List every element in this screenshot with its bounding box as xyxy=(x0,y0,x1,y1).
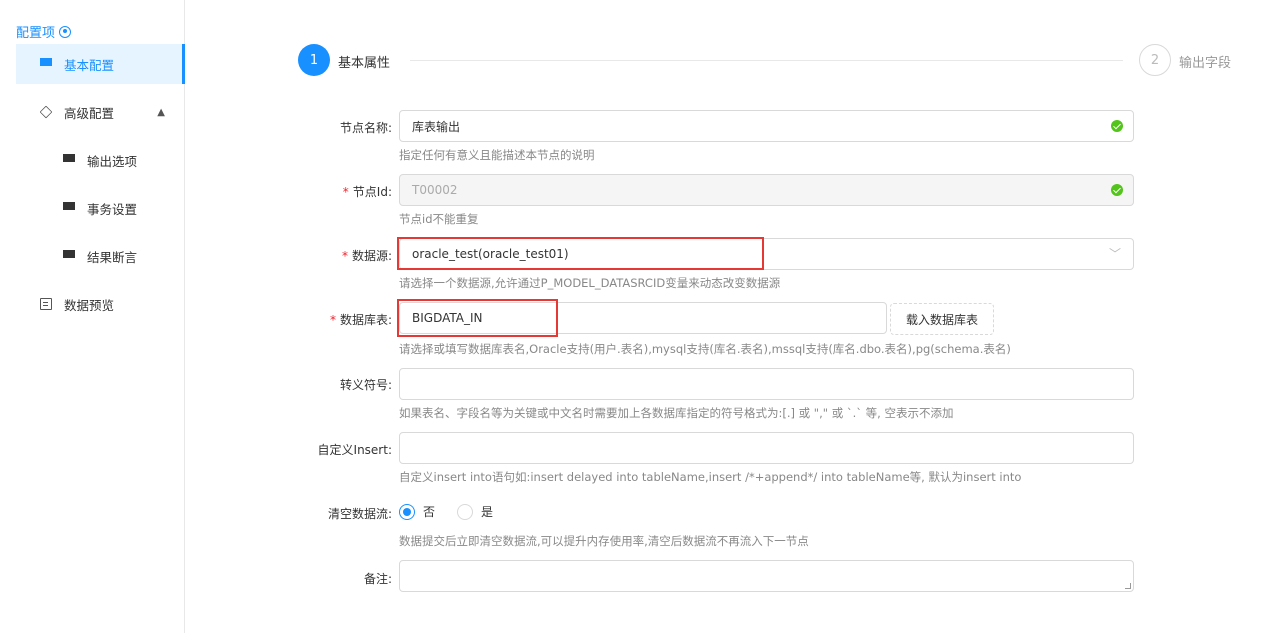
sidebar-item-label: 基本配置 xyxy=(64,57,115,73)
grid-icon xyxy=(40,58,52,70)
resize-handle[interactable] xyxy=(1125,583,1131,589)
node-id-help: 节点id不能重复 xyxy=(399,212,479,226)
radio-option-no[interactable]: 否 xyxy=(399,503,435,520)
clear-stream-label: 清空数据流: xyxy=(327,507,392,521)
radio-button[interactable] xyxy=(457,503,474,520)
node-name-label: 节点名称: xyxy=(339,121,392,135)
check-circle-icon xyxy=(1111,120,1123,132)
custom-insert-label: 自定义Insert: xyxy=(317,443,392,457)
step-1-label[interactable]: 基本属性 xyxy=(338,52,390,71)
escape-char-help: 如果表名、字段名等为关键或中文名时需要加上各数据库指定的符号格式为:[.] 或 … xyxy=(399,406,954,420)
db-table-label: * 数据库表: xyxy=(329,313,392,327)
radio-label: 是 xyxy=(481,505,494,519)
chevron-down-icon: ﹀ xyxy=(1108,247,1121,261)
sidebar-item-label: 数据预览 xyxy=(64,297,115,313)
cube-icon xyxy=(39,105,53,119)
sidebar-item-label: 结果断言 xyxy=(87,249,138,265)
target-icon[interactable] xyxy=(59,25,72,38)
sidebar: 配置项 基本配置 高级配置 ▲ 输出选项 事务设置 结果断言 数据预览 xyxy=(0,0,185,633)
clear-stream-radio-group: 否 是 xyxy=(399,503,507,520)
sidebar-item-transaction-settings[interactable]: 事务设置 xyxy=(16,188,185,228)
sidebar-item-result-assertion[interactable]: 结果断言 xyxy=(16,236,185,276)
sidebar-item-label: 高级配置 xyxy=(64,105,115,121)
sidebar-title-label: 配置项 xyxy=(16,26,56,41)
sidebar-item-label: 事务设置 xyxy=(87,201,138,217)
radio-button[interactable] xyxy=(399,503,415,520)
sidebar-title: 配置项 xyxy=(16,22,72,41)
highlight-box xyxy=(397,299,558,337)
radio-option-yes[interactable]: 是 xyxy=(457,503,493,520)
step-divider xyxy=(410,60,1123,61)
remark-textarea[interactable] xyxy=(399,560,1134,592)
sidebar-item-data-preview[interactable]: 数据预览 xyxy=(16,284,185,324)
sidebar-item-basic-config[interactable]: 基本配置 xyxy=(16,44,185,84)
sidebar-item-advanced-config[interactable]: 高级配置 ▲ xyxy=(16,92,185,132)
node-id-label: * 节点Id: xyxy=(342,185,392,199)
grid-icon xyxy=(63,202,75,214)
step-2-indicator[interactable]: 2 xyxy=(1139,44,1171,76)
highlight-box xyxy=(397,237,764,270)
node-name-value: 库表输出 xyxy=(412,119,461,134)
datasource-label: * 数据源: xyxy=(341,249,392,263)
step-1-indicator[interactable]: 1 xyxy=(298,44,330,76)
chevron-up-icon: ▲ xyxy=(157,107,165,118)
check-circle-icon xyxy=(1111,184,1123,196)
sidebar-item-label: 输出选项 xyxy=(87,153,138,169)
escape-char-label: 转义符号: xyxy=(339,378,392,392)
preview-icon xyxy=(40,298,52,310)
load-db-table-button[interactable]: 载入数据库表 xyxy=(890,303,994,335)
step-2-label[interactable]: 输出字段 xyxy=(1179,52,1231,71)
clear-stream-help: 数据提交后立即清空数据流,可以提升内存使用率,清空后数据流不再流入下一节点 xyxy=(399,534,809,548)
remark-label: 备注: xyxy=(363,572,392,586)
node-id-value: T00002 xyxy=(412,183,458,197)
node-name-help: 指定任何有意义且能描述本节点的说明 xyxy=(399,148,595,162)
custom-insert-input[interactable] xyxy=(399,432,1134,464)
grid-icon xyxy=(63,250,75,262)
db-table-help: 请选择或填写数据库表名,Oracle支持(用户.表名),mysql支持(库名.表… xyxy=(399,342,1011,356)
datasource-help: 请选择一个数据源,允许通过P_MODEL_DATASRCID变量来动态改变数据源 xyxy=(399,276,781,290)
grid-icon xyxy=(63,154,75,166)
sidebar-item-output-options[interactable]: 输出选项 xyxy=(16,140,185,180)
custom-insert-help: 自定义insert into语句如:insert delayed into ta… xyxy=(399,470,1022,484)
node-id-input: T00002 xyxy=(399,174,1134,206)
node-name-input[interactable]: 库表输出 xyxy=(399,110,1134,142)
radio-label: 否 xyxy=(423,505,436,519)
escape-char-input[interactable] xyxy=(399,368,1134,400)
